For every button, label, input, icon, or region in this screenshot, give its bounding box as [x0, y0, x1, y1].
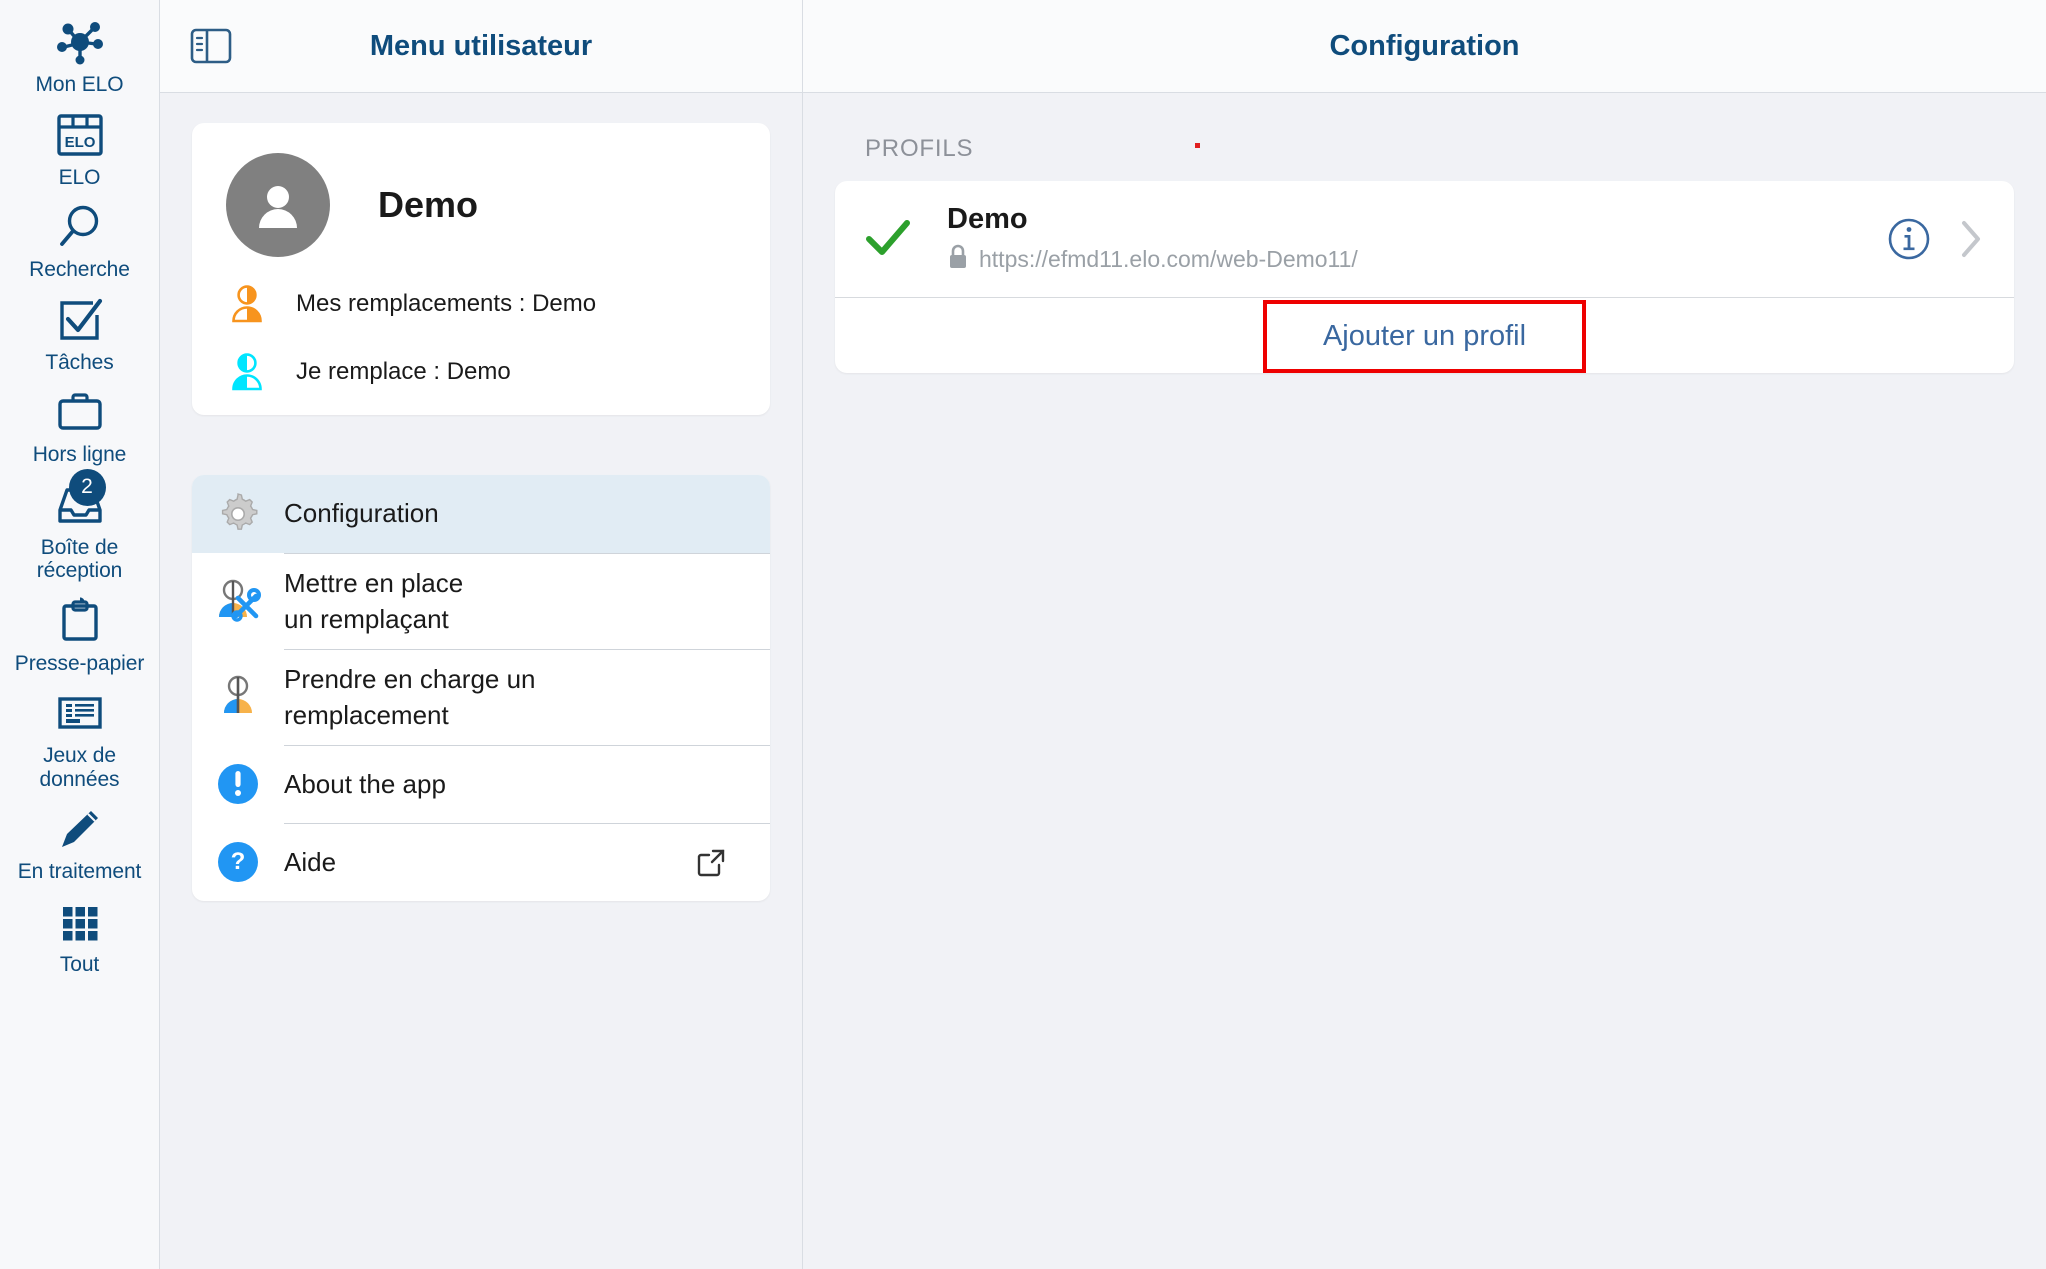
- sidebar-item-jeux-de-donnees[interactable]: Jeux de données: [0, 685, 159, 791]
- avatar: [226, 153, 330, 257]
- sidebar-item-label: ELO: [58, 165, 101, 189]
- sidebar-item-label: Jeux de données: [39, 744, 120, 791]
- lock-icon: [947, 244, 969, 275]
- grid-all-icon: [52, 894, 108, 950]
- menu-item-about-the-app[interactable]: About the app: [192, 745, 770, 823]
- profile-row[interactable]: Demo https://efmd11.elo.com/web-Demo11/: [835, 181, 2014, 297]
- menu-item-label: About the app: [284, 768, 446, 799]
- sidebar-item-elo[interactable]: ELO ELO: [0, 107, 159, 190]
- red-marker-dot: [1195, 143, 1200, 148]
- sidebar-item-label: Presse-papier: [14, 651, 145, 675]
- sidebar-item-label: Boîte de réception: [36, 535, 123, 583]
- menu-item-label: Mettre en place un remplaçant: [284, 567, 464, 634]
- external-link-icon[interactable]: [694, 846, 728, 880]
- menu-item-prendre-en-charge-un-remplacement[interactable]: Prendre en charge un remplacement: [192, 649, 770, 745]
- person-wrench-icon: [192, 576, 284, 626]
- question-help-icon: ?: [192, 839, 284, 885]
- network-hub-icon: [52, 14, 108, 70]
- chevron-right-icon[interactable]: [1958, 217, 1984, 261]
- configuration-title: Configuration: [1329, 29, 1520, 62]
- profils-section-label: PROFILS: [865, 135, 2014, 163]
- user-menu-list: Configuration Mettre en place un remplaç…: [192, 475, 770, 901]
- menu-item-label: Aide: [284, 846, 337, 877]
- person-substitute-orange-icon: [226, 283, 268, 325]
- menu-item-configuration[interactable]: Configuration: [192, 475, 770, 553]
- menu-item-label: Prendre en charge un remplacement: [284, 663, 536, 730]
- menu-item-label: Configuration: [284, 498, 439, 529]
- sidebar-item-label: Recherche: [29, 258, 130, 282]
- my-substitutions-row: Mes remplacements : Demo: [192, 283, 770, 325]
- panel-toggle-icon[interactable]: [188, 23, 234, 69]
- add-profile-row: Ajouter un profil: [835, 297, 2014, 373]
- person-split-icon: [192, 672, 284, 722]
- menu-item-text-wrap: Aide: [284, 823, 770, 901]
- sidebar-item-tout[interactable]: Tout: [0, 894, 159, 977]
- profile-url: https://efmd11.elo.com/web-Demo11/: [979, 246, 1358, 272]
- sidebar-item-label: Mon ELO: [35, 73, 124, 96]
- sidebar-item-label: En traitement: [17, 860, 142, 884]
- user-name: Demo: [378, 184, 479, 225]
- sidebar-item-taches[interactable]: Tâches: [0, 292, 159, 375]
- info-exclamation-icon: [192, 761, 284, 807]
- configuration-header: Configuration: [803, 0, 2046, 93]
- svg-text:ELO: ELO: [64, 134, 95, 151]
- configuration-column: Configuration PROFILS Demo https://efmd1…: [803, 0, 2046, 1269]
- profile-url-line: https://efmd11.elo.com/web-Demo11/: [947, 244, 1884, 275]
- sidebar-item-presse-papier[interactable]: Presse-papier: [0, 593, 159, 676]
- app-root: Mon ELO ELO ELO Recherche Tâches Hors li…: [0, 0, 2046, 1269]
- pencil-icon: [52, 801, 108, 857]
- sidebar-item-hors-ligne[interactable]: Hors ligne: [0, 384, 159, 467]
- menu-item-text-wrap: Mettre en place un remplaçant: [284, 553, 770, 649]
- gear-icon: [192, 490, 284, 538]
- left-icon-rail: Mon ELO ELO ELO Recherche Tâches Hors li…: [0, 0, 160, 1269]
- sidebar-item-recherche[interactable]: Recherche: [0, 199, 159, 282]
- menu-item-mettre-en-place-un-remplacant[interactable]: Mettre en place un remplaçant: [192, 553, 770, 649]
- add-profile-button[interactable]: Ajouter un profil: [1262, 300, 1587, 373]
- sidebar-item-mon-elo[interactable]: Mon ELO: [0, 14, 159, 97]
- menu-item-text-wrap: Prendre en charge un remplacement: [284, 649, 770, 745]
- menu-item-text-wrap: About the app: [284, 745, 770, 823]
- sidebar-item-label: Tout: [59, 952, 100, 976]
- profile-name: Demo: [947, 203, 1028, 235]
- user-menu-header: Menu utilisateur: [160, 0, 802, 93]
- user-header-row: Demo: [192, 153, 770, 257]
- sidebar-item-en-traitement[interactable]: En traitement: [0, 801, 159, 884]
- info-circle-icon[interactable]: [1884, 214, 1934, 264]
- search-icon: [52, 199, 108, 255]
- menu-item-aide[interactable]: ? Aide: [192, 823, 770, 901]
- profiles-card: Demo https://efmd11.elo.com/web-Demo11/: [835, 181, 2014, 373]
- user-profile-card: Demo Mes remplacements : Demo Je remplac…: [192, 123, 770, 415]
- user-menu-body: Demo Mes remplacements : Demo Je remplac…: [160, 93, 802, 1269]
- checkbox-check-icon: [52, 292, 108, 348]
- user-menu-column: Menu utilisateur Demo Mes remplacements …: [160, 0, 803, 1269]
- configuration-body: PROFILS Demo https://efmd11.elo.com/web-…: [803, 93, 2046, 1269]
- svg-text:?: ?: [231, 848, 246, 875]
- sidebar-item-boite-de-reception[interactable]: 2 Boîte de réception: [0, 468, 159, 583]
- i-substitute-text: Je remplace : Demo: [296, 358, 511, 385]
- person-avatar-icon: [259, 186, 297, 228]
- data-record-icon: [52, 685, 108, 741]
- profils-section-text: PROFILS: [865, 135, 974, 162]
- person-substitute-cyan-icon: [226, 351, 268, 393]
- sidebar-item-label: Hors ligne: [32, 443, 127, 467]
- elo-archive-icon: ELO: [52, 107, 108, 163]
- i-substitute-row: Je remplace : Demo: [192, 351, 770, 393]
- menu-item-text-wrap: Configuration: [284, 475, 770, 553]
- profile-main: Demo https://efmd11.elo.com/web-Demo11/: [947, 203, 1884, 275]
- clipboard-icon: [52, 593, 108, 649]
- inbox-badge-count: 2: [68, 468, 106, 506]
- my-substitutions-text: Mes remplacements : Demo: [296, 290, 597, 317]
- inbox-tray-icon: 2: [52, 468, 108, 533]
- sidebar-item-label: Tâches: [45, 350, 114, 374]
- briefcase-icon: [52, 384, 108, 440]
- selected-check-icon: [865, 219, 947, 259]
- page-title: Menu utilisateur: [369, 29, 593, 62]
